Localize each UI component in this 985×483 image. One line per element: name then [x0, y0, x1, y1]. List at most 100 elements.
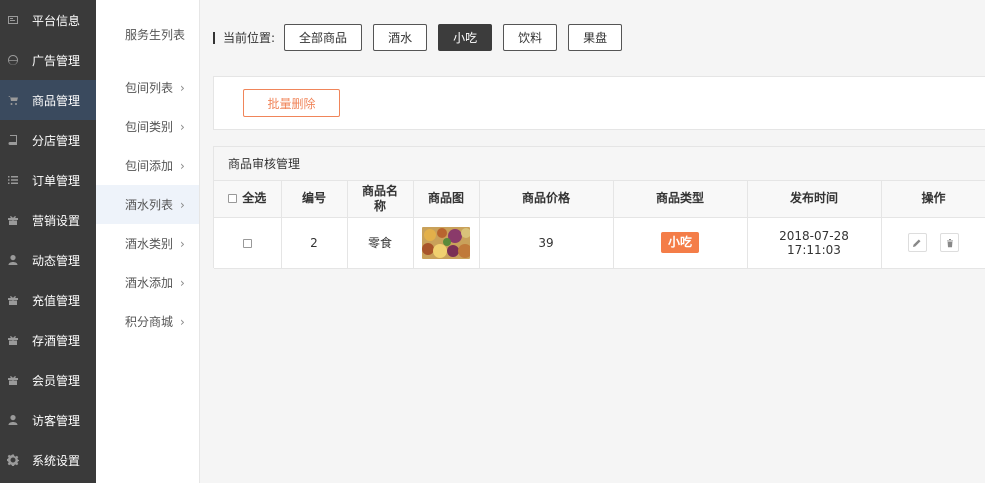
- subnav-item-4[interactable]: 酒水列表 ›: [96, 185, 199, 224]
- sidebar-item-label: 营销设置: [32, 213, 81, 228]
- sidebar-item-8[interactable]: 存酒管理: [0, 320, 96, 360]
- header-name-text: 商品名称: [361, 183, 398, 213]
- subnav-item-label: 酒水类别: [125, 237, 174, 251]
- sidebar-item-6[interactable]: 动态管理: [0, 240, 96, 280]
- sidebar-item-3[interactable]: 分店管理: [0, 120, 96, 160]
- row-checkbox[interactable]: [242, 238, 252, 248]
- sidebar-item-label: 广告管理: [32, 53, 81, 68]
- header-select-all[interactable]: 全选: [214, 181, 282, 218]
- breadcrumb-label: 当前位置:: [223, 31, 276, 45]
- subnav-item-5[interactable]: 酒水类别 ›: [96, 224, 199, 263]
- sidebar-item-label: 分店管理: [32, 133, 81, 148]
- sidebar-item-label: 平台信息: [32, 13, 81, 28]
- list-icon: [6, 173, 20, 187]
- row-date: 2018-07-28: [779, 228, 849, 243]
- subnav-item-label: 酒水列表: [125, 198, 174, 212]
- sidebar-item-label: 访客管理: [32, 413, 81, 428]
- gift-icon: [6, 293, 20, 307]
- breadcrumb-marker: [213, 31, 215, 44]
- main-sidebar: 平台信息广告管理商品管理分店管理订单管理营销设置动态管理充值管理存酒管理会员管理…: [0, 0, 96, 483]
- main-content: 当前位置: 全部商品 酒水 小吃 饮料 果盘 批量删除 商品审核管理 全选 编号…: [201, 0, 985, 483]
- select-all-label: 全选: [242, 191, 267, 206]
- sidebar-item-9[interactable]: 会员管理: [0, 360, 96, 400]
- header-type: 商品类型: [613, 181, 748, 218]
- product-table: 全选 编号 商品名称 商品图 商品价格 商品类型 发布时间 操作 2 零食 39…: [214, 181, 985, 269]
- subnav-item-label: 包间添加: [125, 159, 174, 173]
- subnav-item-3[interactable]: 包间添加 ›: [96, 146, 199, 185]
- sidebar-item-11[interactable]: 系统设置: [0, 440, 96, 480]
- cart-icon: [6, 93, 20, 107]
- sidebar-item-label: 动态管理: [32, 253, 81, 268]
- header-name: 商品名称: [347, 181, 414, 218]
- chevron-right-icon: ›: [180, 80, 185, 95]
- header-id: 编号: [281, 181, 348, 218]
- toolbar: 批量删除: [213, 76, 985, 130]
- filter-button-2[interactable]: 小吃: [438, 24, 493, 51]
- subnav-item-label: 服务生列表: [125, 27, 186, 42]
- delete-button[interactable]: [940, 233, 960, 252]
- chevron-right-icon: ›: [180, 275, 185, 290]
- pencil-icon: [913, 239, 921, 247]
- sidebar-item-7[interactable]: 充值管理: [0, 280, 96, 320]
- user-icon: [6, 413, 20, 427]
- gift-icon: [6, 373, 20, 387]
- sidebar-item-10[interactable]: 访客管理: [0, 400, 96, 440]
- row-image-cell: [413, 217, 480, 269]
- category-filters: 全部商品 酒水 小吃 饮料 果盘: [284, 24, 633, 51]
- row-time: 2018-07-28 17:11:03: [747, 217, 882, 269]
- id-card-icon: [6, 13, 20, 27]
- snack-photo-icon: [422, 226, 470, 259]
- header-actions: 操作: [881, 181, 985, 218]
- row-clock: 17:11:03: [787, 242, 841, 257]
- sidebar-item-0[interactable]: 平台信息: [0, 0, 96, 40]
- subnav-item-label: 包间类别: [125, 120, 174, 134]
- panel-title: 商品审核管理: [214, 147, 985, 181]
- subnav-item-label: 包间列表: [125, 81, 174, 95]
- filter-button-3[interactable]: 饮料: [503, 24, 558, 51]
- sidebar-item-label: 会员管理: [32, 373, 81, 388]
- gear-icon: [6, 453, 20, 467]
- row-price: 39: [479, 217, 614, 269]
- batch-delete-button[interactable]: 批量删除: [243, 89, 340, 117]
- sidebar-item-2[interactable]: 商品管理: [0, 80, 96, 120]
- filter-button-4[interactable]: 果盘: [568, 24, 623, 51]
- sidebar-item-5[interactable]: 营销设置: [0, 200, 96, 240]
- subnav-item-7[interactable]: 积分商城 ›: [96, 302, 199, 341]
- subnav-item-2[interactable]: 包间类别 ›: [96, 107, 199, 146]
- sidebar-item-label: 系统设置: [32, 453, 81, 468]
- edit-button[interactable]: [907, 233, 927, 252]
- header-image: 商品图: [413, 181, 480, 218]
- row-select-cell: [214, 217, 282, 269]
- header-price: 商品价格: [479, 181, 614, 218]
- row-actions: [881, 217, 985, 269]
- sidebar-item-label: 充值管理: [32, 293, 81, 308]
- filter-button-0[interactable]: 全部商品: [284, 24, 363, 51]
- subnav-item-0[interactable]: 服务生列表: [96, 0, 199, 68]
- table-row: 2 零食 39 小吃 2018-07-28 17:11:03: [214, 217, 985, 269]
- trash-icon: [946, 238, 953, 247]
- subnav-item-label: 积分商城: [125, 315, 174, 329]
- table-header-row: 全选 编号 商品名称 商品图 商品价格 商品类型 发布时间 操作: [214, 181, 985, 218]
- filter-button-1[interactable]: 酒水: [373, 24, 428, 51]
- book-icon: [6, 133, 20, 147]
- gift-icon: [6, 333, 20, 347]
- sub-nav: 服务生列表 包间列表 › 包间类别 › 包间添加 › 酒水列表 › 酒水类别 › 酒水添加 › 积分商城 ›: [96, 0, 200, 483]
- sidebar-item-4[interactable]: 订单管理: [0, 160, 96, 200]
- sidebar-item-label: 商品管理: [32, 93, 81, 108]
- subnav-item-label: 酒水添加: [125, 276, 174, 290]
- user-icon: [6, 253, 20, 267]
- chevron-right-icon: ›: [180, 197, 185, 212]
- header-time: 发布时间: [747, 181, 882, 218]
- select-all-checkbox[interactable]: [228, 194, 238, 204]
- chevron-right-icon: ›: [180, 158, 185, 173]
- product-review-panel: 商品审核管理 全选 编号 商品名称 商品图 商品价格 商品类型 发布时间 操作 …: [213, 146, 985, 269]
- chevron-right-icon: ›: [180, 119, 185, 134]
- row-id: 2: [281, 217, 348, 269]
- subnav-item-6[interactable]: 酒水添加 ›: [96, 263, 199, 302]
- sidebar-item-label: 存酒管理: [32, 333, 81, 348]
- subnav-item-1[interactable]: 包间列表 ›: [96, 68, 199, 107]
- sidebar-item-1[interactable]: 广告管理: [0, 40, 96, 80]
- globe-icon: [6, 53, 20, 67]
- chevron-right-icon: ›: [180, 236, 185, 251]
- gift-icon: [6, 213, 20, 227]
